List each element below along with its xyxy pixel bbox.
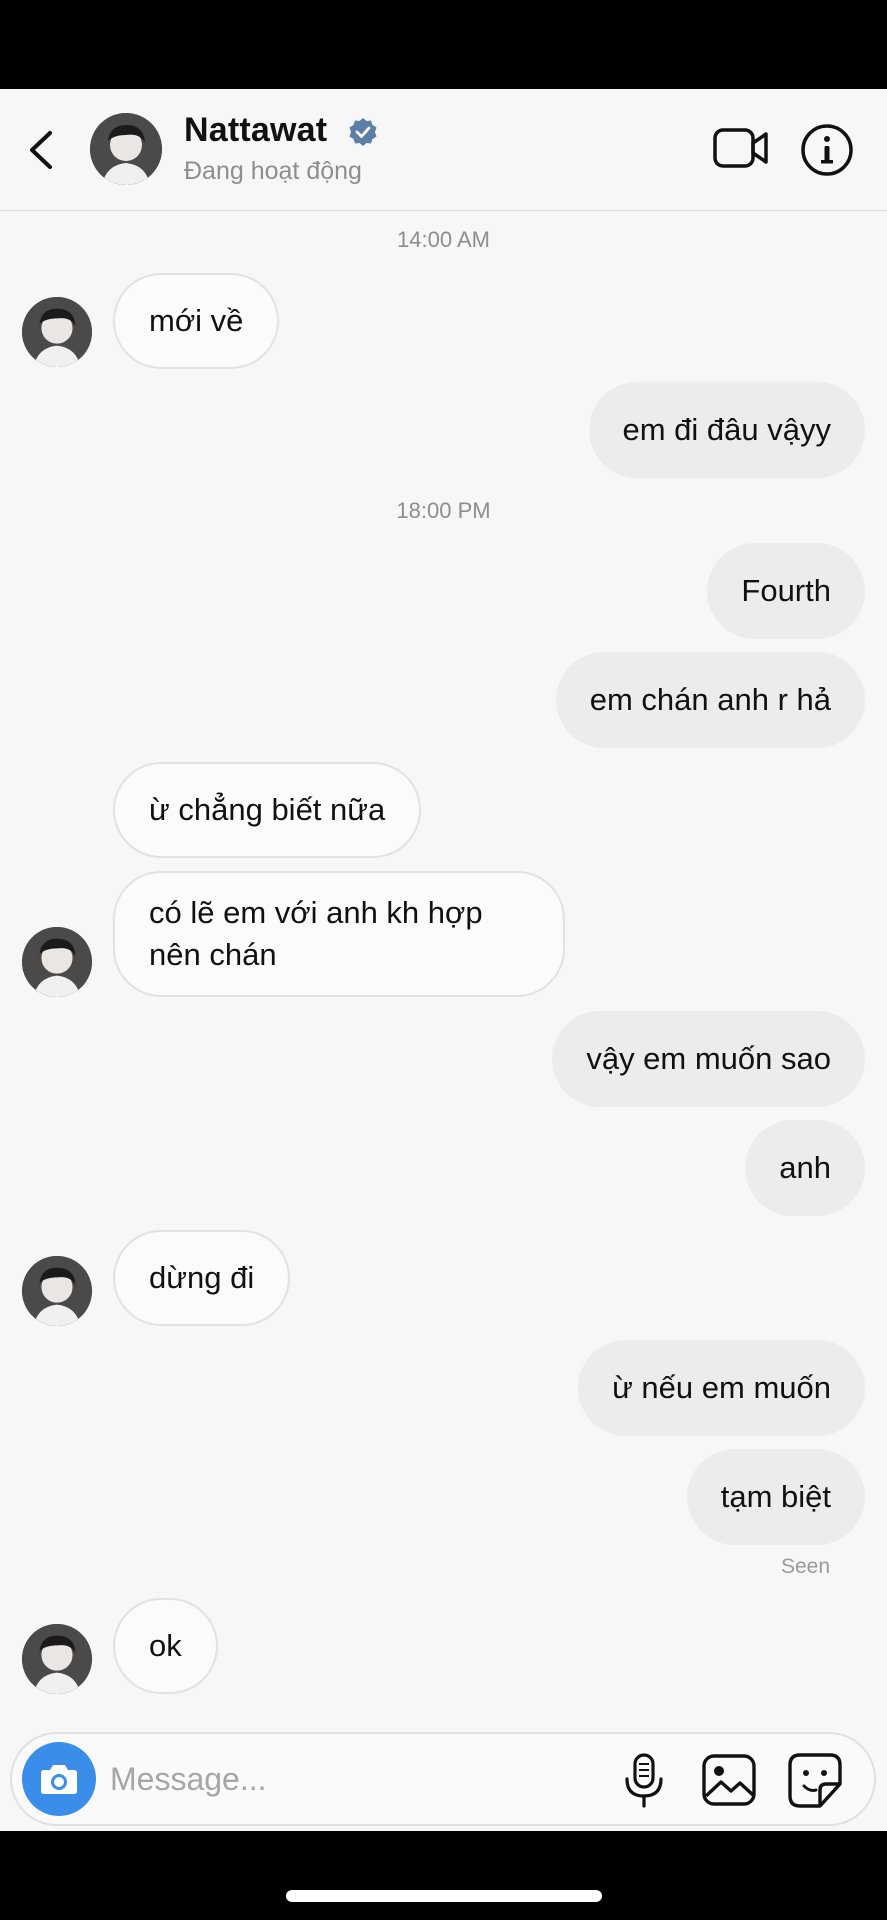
- timestamp: 14:00 AM: [397, 227, 490, 252]
- incoming-message[interactable]: có lẽ em với anh kh hợp nên chán: [113, 871, 565, 997]
- avatar-image: [90, 113, 162, 185]
- outgoing-message[interactable]: em chán anh r hả: [555, 652, 865, 748]
- seen-indicator: Seen: [780, 1555, 830, 1578]
- contact-avatar[interactable]: [90, 113, 162, 185]
- bottom-bar: [0, 1831, 887, 1920]
- outgoing-message[interactable]: anh: [745, 1120, 865, 1216]
- camera-icon: [41, 1765, 77, 1794]
- message-composer: [10, 1732, 876, 1826]
- message-text: mới về: [149, 303, 244, 338]
- sender-avatar[interactable]: [22, 1624, 92, 1694]
- camera-button[interactable]: [22, 1742, 96, 1816]
- sticker-icon: [788, 1753, 842, 1808]
- verified-badge-icon: [349, 118, 377, 146]
- chevron-left-icon: [30, 131, 52, 169]
- message-text: dừng đi: [149, 1260, 255, 1295]
- message-text: nên chán: [149, 937, 277, 972]
- microphone-icon: [625, 1753, 663, 1808]
- message-text: ừ nếu em muốn: [612, 1370, 831, 1405]
- avatar-image: [22, 1256, 92, 1326]
- message-text: vậy em muốn sao: [586, 1041, 831, 1076]
- message-text: anh: [779, 1150, 831, 1185]
- sticker-button[interactable]: [784, 1750, 846, 1812]
- outgoing-message[interactable]: em đi đâu vậyy: [588, 382, 865, 478]
- message-text: Fourth: [741, 573, 831, 608]
- incoming-message[interactable]: mới về: [113, 273, 280, 369]
- info-icon: [801, 124, 853, 176]
- sender-avatar[interactable]: [22, 927, 92, 997]
- message-input[interactable]: [110, 1752, 510, 1806]
- avatar-image: [22, 297, 92, 367]
- contact-name[interactable]: Nattawat: [184, 111, 327, 150]
- sender-avatar[interactable]: [22, 297, 92, 367]
- message-text: ừ chẳng biết nữa: [149, 792, 386, 827]
- video-call-button[interactable]: [712, 123, 770, 173]
- incoming-message[interactable]: ừ chẳng biết nữa: [113, 762, 422, 858]
- incoming-message[interactable]: ok: [113, 1598, 218, 1694]
- back-button[interactable]: [22, 127, 62, 173]
- microphone-button[interactable]: [617, 1752, 671, 1810]
- avatar-image: [22, 1624, 92, 1694]
- avatar-image: [22, 927, 92, 997]
- home-indicator[interactable]: [286, 1890, 602, 1902]
- message-text: ok: [149, 1628, 182, 1663]
- outgoing-message[interactable]: Fourth: [707, 543, 865, 639]
- message-text: em chán anh r hả: [589, 682, 831, 717]
- message-text: tạm biệt: [720, 1479, 831, 1514]
- outgoing-message[interactable]: vậy em muốn sao: [552, 1011, 865, 1107]
- active-status: Đang hoạt động: [184, 157, 362, 185]
- image-icon: [702, 1754, 756, 1806]
- chat-screen: Nattawat Đang hoạt động 14:00 AM mới về …: [0, 89, 887, 1831]
- outgoing-message[interactable]: tạm biệt: [686, 1449, 865, 1545]
- incoming-message[interactable]: dừng đi: [113, 1230, 291, 1326]
- phone-screen: Nattawat Đang hoạt động 14:00 AM mới về …: [0, 0, 887, 1920]
- info-button[interactable]: [800, 123, 854, 177]
- sender-avatar[interactable]: [22, 1256, 92, 1326]
- message-text: em đi đâu vậyy: [622, 412, 832, 447]
- message-text: có lẽ em với anh kh hợp: [149, 895, 483, 930]
- outgoing-message[interactable]: ừ nếu em muốn: [578, 1340, 865, 1436]
- gallery-button[interactable]: [699, 1750, 759, 1810]
- timestamp: 18:00 PM: [396, 498, 491, 523]
- status-bar: [0, 0, 887, 89]
- chat-header: Nattawat Đang hoạt động: [0, 89, 887, 211]
- video-camera-icon: [713, 128, 768, 168]
